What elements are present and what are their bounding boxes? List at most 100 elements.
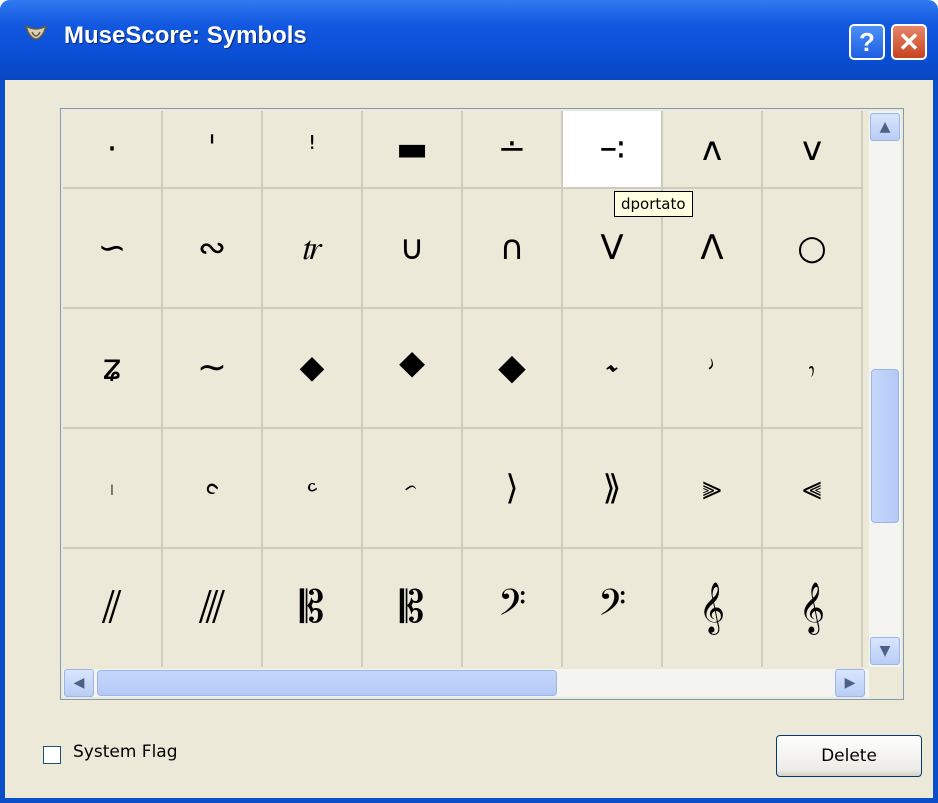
chevron-left-icon: ◀ xyxy=(73,675,85,691)
symbol-cell[interactable]: ∹ xyxy=(563,111,663,189)
window-title: MuseScore: Symbols xyxy=(64,22,307,49)
symbol-cell[interactable]: ʌ xyxy=(663,111,763,189)
close-button[interactable]: ✕ xyxy=(891,24,927,60)
symbol-cell[interactable]: v xyxy=(763,111,863,189)
symbol-cell[interactable]: 𝆟 xyxy=(763,309,863,429)
symbol-glyph: v xyxy=(801,129,823,169)
symbol-cell[interactable]: 𝆢 xyxy=(263,429,363,549)
symbol-glyph: ʌ xyxy=(701,129,723,169)
symbol-glyph: ◆ xyxy=(498,347,526,388)
symbol-cell[interactable]: 𝄞 xyxy=(763,549,863,667)
help-button[interactable]: ? xyxy=(849,24,885,60)
symbol-glyph: 𝆠 xyxy=(111,468,113,508)
symbol-cell[interactable]: 𝆝 xyxy=(563,309,663,429)
symbols-dialog: MuseScore: Symbols ? ✕ · ˈ ꜝ ▬ ∸ ∹ ʌ v ∽ ∾ 𝆖 ∪ ∩ V Λ ○ ʑ… xyxy=(0,0,938,803)
symbol-cell[interactable]: ∩ xyxy=(463,189,563,309)
symbol-glyph: Λ xyxy=(700,228,724,268)
symbol-glyph: 𝆡 xyxy=(205,468,219,508)
symbol-cell[interactable]: 𝆣 xyxy=(363,429,463,549)
symbol-glyph: 𝆖 xyxy=(302,228,322,268)
symbol-cell[interactable]: ⫽ xyxy=(63,549,163,667)
symbol-cell[interactable]: 𝄡 xyxy=(363,549,463,667)
symbol-glyph: ∪ xyxy=(399,228,425,268)
symbol-glyph: ∼ xyxy=(196,347,228,388)
system-flag-checkbox[interactable] xyxy=(43,746,61,764)
symbol-cell[interactable]: 𝄢 xyxy=(463,549,563,667)
symbol-glyph: ⬥ xyxy=(299,347,325,388)
symbol-glyph: 𝆝 xyxy=(607,347,617,388)
chevron-right-icon: ▶ xyxy=(844,675,856,691)
symbol-cell[interactable]: 𝆖 xyxy=(263,189,363,309)
musescore-logo-icon xyxy=(24,24,48,40)
symbol-glyph: 𝄡 xyxy=(399,582,425,633)
symbol-cell[interactable]: 𝆡 xyxy=(163,429,263,549)
symbol-glyph: ʑ xyxy=(102,347,122,388)
symbol-cell[interactable]: ⫻ xyxy=(163,549,263,667)
symbol-glyph: 𝄢 xyxy=(497,582,527,633)
symbol-cell[interactable]: 𝄞 xyxy=(663,549,763,667)
symbol-cell[interactable]: ∽ xyxy=(63,189,163,309)
symbol-glyph: ⯁ xyxy=(397,347,427,388)
horizontal-scrollbar[interactable]: ◀ ▶ xyxy=(63,669,869,697)
symbol-cell[interactable]: ◆ xyxy=(463,309,563,429)
symbol-cell[interactable]: ⫸ xyxy=(663,429,763,549)
symbol-cell[interactable]: ⯁ xyxy=(363,309,463,429)
scroll-right-button[interactable]: ▶ xyxy=(835,669,865,697)
scroll-up-button[interactable]: ▲ xyxy=(870,113,900,141)
tooltip: dportato xyxy=(614,191,693,217)
vertical-scrollbar[interactable]: ▲ ▼ xyxy=(869,111,901,667)
symbol-cell[interactable]: ⟫ xyxy=(563,429,663,549)
symbol-cell[interactable]: 𝆞 xyxy=(663,309,763,429)
symbol-cell[interactable]: ʑ xyxy=(63,309,163,429)
symbol-grid: · ˈ ꜝ ▬ ∸ ∹ ʌ v ∽ ∾ 𝆖 ∪ ∩ V Λ ○ ʑ ∼ ⬥ ⯁ ◆ 𝆝 𝆞 𝆟 𝆠 𝆡 𝆢 𝆣 ⟩ ⟫ ⫸ ⫷ ⫽ ⫻ 𝄡 𝄡 𝄢 𝄢 𝄞 𝄞 xyxy=(63,111,866,667)
symbol-cell[interactable]: ∾ xyxy=(163,189,263,309)
symbol-glyph: ○ xyxy=(797,228,827,268)
symbol-glyph: ▬ xyxy=(395,129,429,169)
symbol-cell[interactable]: · xyxy=(63,111,163,189)
horizontal-scroll-thumb[interactable] xyxy=(97,670,557,696)
symbol-glyph: ⫻ xyxy=(198,582,226,633)
symbol-glyph: ∸ xyxy=(497,129,527,169)
symbol-cell[interactable]: 𝄢 xyxy=(563,549,663,667)
symbol-cell[interactable]: ∼ xyxy=(163,309,263,429)
symbol-glyph: ꜝ xyxy=(307,129,317,169)
symbol-cell[interactable]: ꜝ xyxy=(263,111,363,189)
symbol-glyph: 𝆟 xyxy=(809,347,815,388)
symbol-cell[interactable]: ˈ xyxy=(163,111,263,189)
symbol-glyph: ∽ xyxy=(97,228,127,268)
symbol-glyph: 𝆣 xyxy=(406,468,418,508)
symbol-cell[interactable]: ▬ xyxy=(363,111,463,189)
scroll-corner xyxy=(869,669,901,697)
symbol-glyph: 𝄞 xyxy=(698,582,725,633)
symbol-cell[interactable]: 𝄡 xyxy=(263,549,363,667)
symbol-cell[interactable]: ⟩ xyxy=(463,429,563,549)
symbol-glyph: ∾ xyxy=(197,228,227,268)
symbol-glyph: ⟫ xyxy=(602,468,622,508)
symbol-cell[interactable]: ⬥ xyxy=(263,309,363,429)
symbol-glyph: 𝆞 xyxy=(709,347,715,388)
chevron-up-icon: ▲ xyxy=(879,119,891,135)
vertical-scroll-thumb[interactable] xyxy=(871,369,899,523)
symbol-glyph: · xyxy=(106,129,118,169)
symbol-cell[interactable]: ○ xyxy=(763,189,863,309)
symbol-cell[interactable]: ∸ xyxy=(463,111,563,189)
symbol-glyph: 𝄢 xyxy=(597,582,627,633)
symbol-glyph: ⟩ xyxy=(505,468,519,508)
symbol-cell[interactable]: ∪ xyxy=(363,189,463,309)
symbol-glyph: ∩ xyxy=(499,228,525,268)
symbol-palette: · ˈ ꜝ ▬ ∸ ∹ ʌ v ∽ ∾ 𝆖 ∪ ∩ V Λ ○ ʑ ∼ ⬥ ⯁ ◆ 𝆝 𝆞 𝆟 𝆠 𝆡 𝆢 𝆣 ⟩ ⟫ ⫸ ⫷ ⫽ ⫻ 𝄡 𝄡 𝄢 𝄢 𝄞 𝄞… xyxy=(60,108,904,700)
symbol-cell[interactable]: ⫷ xyxy=(763,429,863,549)
symbol-glyph: 𝄡 xyxy=(299,582,325,633)
scroll-left-button[interactable]: ◀ xyxy=(64,669,94,697)
symbol-glyph: V xyxy=(600,228,624,268)
symbol-glyph: ∹ xyxy=(597,129,627,169)
symbol-glyph: 𝄞 xyxy=(798,582,825,633)
symbol-glyph: 𝆢 xyxy=(307,468,317,508)
chevron-down-icon: ▼ xyxy=(879,643,891,659)
scroll-down-button[interactable]: ▼ xyxy=(870,637,900,665)
delete-button[interactable]: Delete xyxy=(776,735,922,777)
symbol-cell[interactable]: 𝆠 xyxy=(63,429,163,549)
symbol-glyph: ⫸ xyxy=(702,468,722,508)
system-flag-label: System Flag xyxy=(73,742,178,762)
title-bar: MuseScore: Symbols ? ✕ xyxy=(0,0,938,80)
